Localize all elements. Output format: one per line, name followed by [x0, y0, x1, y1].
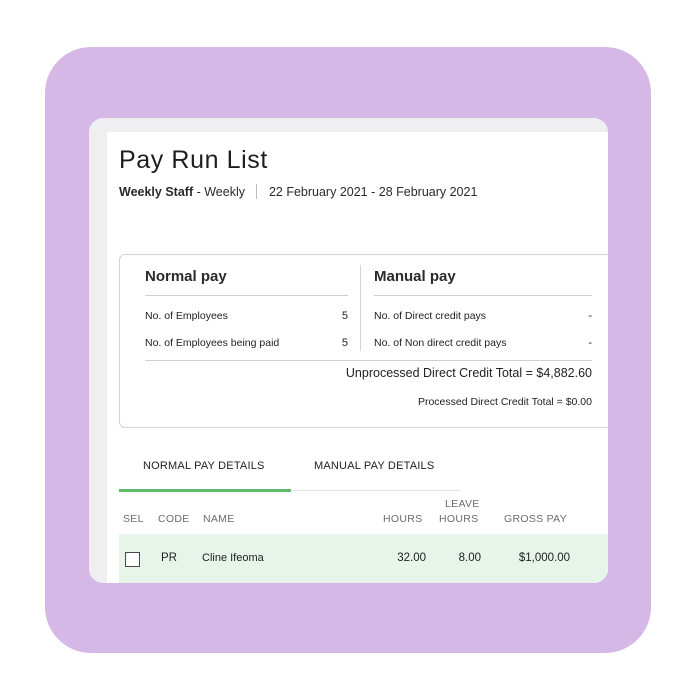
- manual-pay-rule: [374, 295, 592, 296]
- totals-rule: [145, 360, 592, 361]
- tab-manual-pay-details[interactable]: MANUAL PAY DETAILS: [314, 460, 434, 472]
- tab-normal-pay-details[interactable]: NORMAL PAY DETAILS: [143, 460, 265, 472]
- staff-group: Weekly Staff: [119, 185, 194, 199]
- row-code: PR: [161, 552, 177, 564]
- row-select-checkbox[interactable]: [125, 552, 140, 567]
- column-header-sel: SEL: [123, 513, 144, 525]
- normal-pay-row-value: 5: [341, 310, 348, 322]
- normal-pay-row-value: 5: [341, 337, 348, 349]
- page-title: Pay Run List: [119, 146, 268, 174]
- normal-pay-title: Normal pay: [145, 268, 227, 285]
- manual-pay-row-value: -: [588, 337, 592, 349]
- normal-pay-row-label: No. of Employees: [145, 310, 228, 322]
- column-header-leave-hours: HOURS: [439, 513, 479, 525]
- column-header-leave: LEAVE: [445, 498, 480, 510]
- column-divider: [360, 265, 361, 351]
- app-window: Pay Run List Weekly Staff - Weekly 22 Fe…: [89, 118, 608, 583]
- normal-pay-row-label: No. of Employees being paid: [145, 337, 280, 349]
- column-header-code: CODE: [158, 513, 190, 525]
- tab-track: [291, 490, 461, 491]
- unprocessed-direct-credit-total: Unprocessed Direct Credit Total = $4,882…: [345, 366, 592, 380]
- pay-run-subtitle: Weekly Staff - Weekly 22 February 2021 -…: [119, 184, 477, 199]
- row-employee-name: Cline Ifeoma: [202, 552, 264, 564]
- row-gross-pay: $1,000.00: [518, 552, 570, 564]
- manual-pay-row-label: No. of Direct credit pays: [374, 310, 487, 322]
- column-header-name: NAME: [203, 513, 235, 525]
- row-hours: 32.00: [397, 552, 426, 564]
- pay-period: 22 February 2021 - 28 February 2021: [268, 185, 478, 199]
- manual-pay-title: Manual pay: [374, 268, 456, 285]
- active-tab-indicator: [119, 489, 291, 492]
- pay-run-panel: Pay Run List Weekly Staff - Weekly 22 Fe…: [107, 132, 608, 583]
- processed-direct-credit-total: Processed Direct Credit Total = $0.00: [417, 396, 592, 408]
- pay-summary-box: Normal pay No. of Employees 5 No. of Emp…: [119, 254, 608, 428]
- row-leave-hours: 8.00: [458, 552, 481, 564]
- table-row[interactable]: PR Cline Ifeoma 32.00 8.00 $1,000.00: [119, 534, 608, 583]
- subtitle-divider: [256, 184, 258, 199]
- manual-pay-row-value: -: [588, 310, 592, 322]
- column-header-hours: HOURS: [383, 513, 423, 525]
- normal-pay-rule: [145, 295, 348, 296]
- pay-frequency: - Weekly: [196, 185, 245, 199]
- manual-pay-row-label: No. of Non direct credit pays: [374, 337, 507, 349]
- column-header-gross-pay: GROSS PAY: [504, 513, 567, 525]
